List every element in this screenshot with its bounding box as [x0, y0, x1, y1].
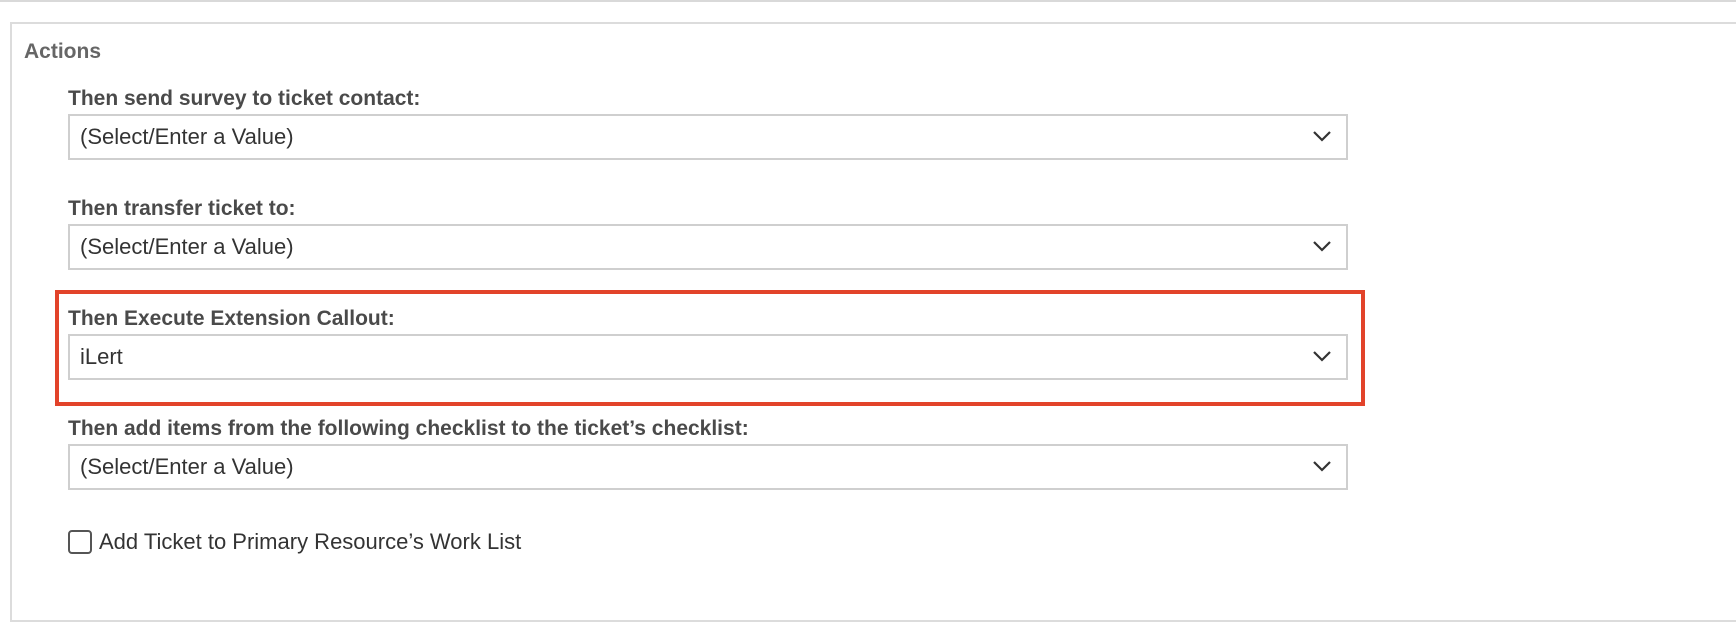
- extension-callout-select[interactable]: iLert: [68, 334, 1348, 380]
- top-divider: [0, 0, 1736, 2]
- checklist-value: (Select/Enter a Value): [80, 454, 294, 479]
- work-list-checkbox-label: Add Ticket to Primary Resource’s Work Li…: [99, 529, 522, 554]
- checklist-label: Then add items from the following checkl…: [68, 417, 749, 440]
- transfer-ticket-select[interactable]: (Select/Enter a Value): [68, 224, 1348, 270]
- section-title: Actions: [24, 40, 102, 63]
- chevron-down-icon: [1313, 351, 1331, 362]
- transfer-ticket-value: (Select/Enter a Value): [80, 234, 294, 259]
- survey-contact-value: (Select/Enter a Value): [80, 124, 294, 149]
- extension-callout-value: iLert: [80, 344, 123, 369]
- chevron-down-icon: [1313, 241, 1331, 252]
- transfer-ticket-label: Then transfer ticket to:: [68, 197, 296, 220]
- survey-contact-label: Then send survey to ticket contact:: [68, 87, 421, 110]
- work-list-checkbox[interactable]: [68, 530, 92, 554]
- work-list-checkbox-row[interactable]: Add Ticket to Primary Resource’s Work Li…: [68, 527, 521, 557]
- survey-contact-select[interactable]: (Select/Enter a Value): [68, 114, 1348, 160]
- chevron-down-icon: [1313, 131, 1331, 142]
- checklist-select[interactable]: (Select/Enter a Value): [68, 444, 1348, 490]
- chevron-down-icon: [1313, 461, 1331, 472]
- extension-callout-label: Then Execute Extension Callout:: [68, 307, 395, 330]
